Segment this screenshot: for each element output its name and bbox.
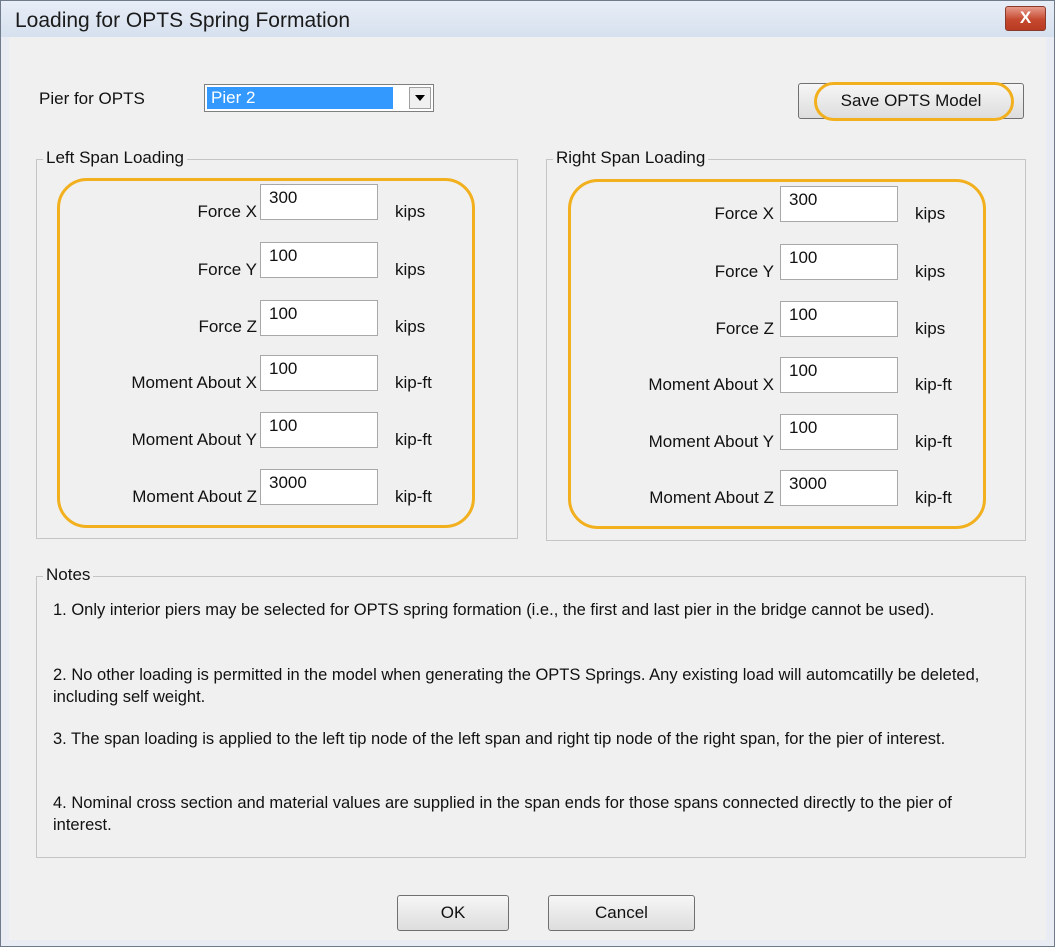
left-force-y-input[interactable]: 100 xyxy=(260,242,378,278)
note-4: 4. Nominal cross section and material va… xyxy=(53,794,952,834)
right-moment-z-input[interactable]: 3000 xyxy=(780,470,898,506)
dialog-window: Loading for OPTS Spring Formation X Pier… xyxy=(0,0,1055,947)
pier-dropdown[interactable]: Pier 2 xyxy=(204,84,434,112)
left-force-x-label: Force X xyxy=(197,202,257,221)
right-moment-y-unit: kip-ft xyxy=(915,432,952,451)
right-force-x-label: Force X xyxy=(714,204,774,223)
right-span-highlight xyxy=(568,179,986,529)
note-3: 3. The span loading is applied to the le… xyxy=(53,730,946,748)
right-moment-x-unit: kip-ft xyxy=(915,375,952,394)
right-force-x-unit: kips xyxy=(915,204,946,223)
left-moment-y-unit: kip-ft xyxy=(395,430,432,449)
left-moment-x-input[interactable]: 100 xyxy=(260,355,378,391)
right-force-y-label: Force Y xyxy=(714,262,774,281)
left-moment-z-input[interactable]: 3000 xyxy=(260,469,378,505)
left-moment-z-unit: kip-ft xyxy=(395,487,432,506)
left-force-y-unit: kips xyxy=(395,260,426,279)
close-icon: X xyxy=(1019,8,1032,27)
note-1: 1. Only interior piers may be selected f… xyxy=(53,601,935,619)
left-moment-y-label: Moment About Y xyxy=(131,430,257,449)
right-moment-x-label: Moment About X xyxy=(648,375,774,394)
ok-button[interactable]: OK xyxy=(397,895,509,931)
left-force-x-unit: kips xyxy=(395,202,426,221)
left-force-x-input[interactable]: 300 xyxy=(260,184,378,220)
right-force-z-label: Force Z xyxy=(715,319,774,338)
left-force-z-unit: kips xyxy=(395,317,426,336)
dialog-client-area: Pier for OPTS Pier 2 Save OPTS Model Lef… xyxy=(9,37,1046,940)
left-span-legend: Left Span Loading xyxy=(43,148,188,168)
right-force-y-input[interactable]: 100 xyxy=(780,244,898,280)
right-moment-z-unit: kip-ft xyxy=(915,488,952,507)
title-bar[interactable]: Loading for OPTS Spring Formation X xyxy=(1,1,1054,37)
right-moment-y-label: Moment About Y xyxy=(648,432,774,451)
right-force-y-unit: kips xyxy=(915,262,946,281)
right-moment-x-input[interactable]: 100 xyxy=(780,357,898,393)
pier-selected-value: Pier 2 xyxy=(207,87,393,109)
right-moment-y-input[interactable]: 100 xyxy=(780,414,898,450)
left-force-z-label: Force Z xyxy=(198,317,257,336)
dropdown-arrow-button[interactable] xyxy=(409,87,431,109)
note-2: 2. No other loading is permitted in the … xyxy=(53,666,980,706)
chevron-down-icon xyxy=(415,95,425,101)
right-force-z-input[interactable]: 100 xyxy=(780,301,898,337)
left-moment-z-label: Moment About Z xyxy=(132,487,257,506)
close-button[interactable]: X xyxy=(1005,6,1046,31)
right-force-z-unit: kips xyxy=(915,319,946,338)
left-moment-x-unit: kip-ft xyxy=(395,373,432,392)
right-span-legend: Right Span Loading xyxy=(553,148,709,168)
left-moment-x-label: Moment About X xyxy=(131,373,257,392)
notes-legend: Notes xyxy=(43,565,94,585)
pier-label: Pier for OPTS xyxy=(39,89,145,108)
ok-button-label: OK xyxy=(440,903,466,922)
save-button-highlight xyxy=(814,82,1014,121)
right-moment-z-label: Moment About Z xyxy=(649,488,774,507)
left-force-z-input[interactable]: 100 xyxy=(260,300,378,336)
left-moment-y-input[interactable]: 100 xyxy=(260,412,378,448)
left-force-y-label: Force Y xyxy=(197,260,257,279)
cancel-button[interactable]: Cancel xyxy=(548,895,695,931)
right-force-x-input[interactable]: 300 xyxy=(780,186,898,222)
window-title: Loading for OPTS Spring Formation xyxy=(15,9,350,32)
cancel-button-label: Cancel xyxy=(595,903,648,922)
